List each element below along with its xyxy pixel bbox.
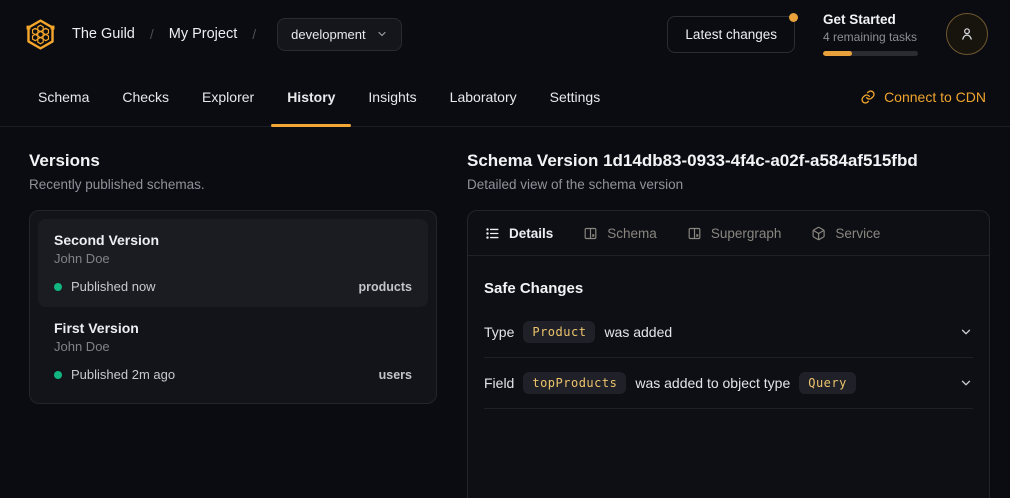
- change-row: Field topProducts was added to object ty…: [484, 358, 973, 409]
- tab-supergraph[interactable]: Supergraph: [687, 226, 782, 241]
- version-list-item[interactable]: First Version John Doe Published 2m ago …: [38, 307, 428, 395]
- service-name-badge: products: [359, 280, 412, 294]
- change-middle: was added to object type: [635, 375, 790, 391]
- published-time: Published now: [71, 279, 156, 294]
- target-selector[interactable]: development: [277, 18, 401, 51]
- get-started-widget[interactable]: Get Started 4 remaining tasks: [823, 12, 918, 56]
- published-status-dot: [54, 283, 62, 291]
- code-chip: Query: [799, 372, 856, 394]
- versions-panel: Versions Recently published schemas. Sec…: [29, 150, 437, 498]
- main-content: Versions Recently published schemas. Sec…: [0, 127, 1010, 498]
- list-icon: [485, 226, 500, 241]
- tab-checks[interactable]: Checks: [122, 68, 169, 126]
- versions-title: Versions: [29, 150, 437, 172]
- breadcrumb-separator: /: [150, 26, 154, 42]
- user-avatar[interactable]: [946, 13, 988, 55]
- schema-version-subtitle: Detailed view of the schema version: [467, 177, 990, 192]
- tab-supergraph-label: Supergraph: [711, 226, 782, 241]
- version-list-item[interactable]: Second Version John Doe Published now pr…: [38, 219, 428, 307]
- target-selector-value: development: [291, 27, 365, 42]
- user-icon: [958, 25, 976, 43]
- detail-tabbar: Details Schema: [468, 211, 989, 256]
- get-started-title: Get Started: [823, 12, 918, 29]
- change-middle: was added: [604, 324, 672, 340]
- notification-dot: [789, 13, 798, 22]
- tab-service-label: Service: [835, 226, 880, 241]
- columns-icon: [583, 226, 598, 241]
- change-prefix: Type: [484, 324, 514, 340]
- tab-details[interactable]: Details: [485, 226, 553, 241]
- guild-logo-icon[interactable]: [22, 16, 59, 53]
- get-started-progress-fill: [823, 51, 852, 56]
- tab-laboratory[interactable]: Laboratory: [450, 68, 517, 126]
- breadcrumb-separator: /: [252, 26, 256, 42]
- tab-service[interactable]: Service: [811, 226, 880, 241]
- connect-cdn-label: Connect to CDN: [884, 89, 986, 105]
- detail-content: Safe Changes Type Product was added Fiel…: [468, 256, 989, 409]
- code-chip: topProducts: [523, 372, 626, 394]
- expand-chevron-icon[interactable]: [959, 325, 973, 339]
- tab-settings[interactable]: Settings: [550, 68, 601, 126]
- code-chip: Product: [523, 321, 595, 343]
- header-actions: Latest changes Get Started 4 remaining t…: [667, 12, 988, 56]
- version-name: First Version: [54, 320, 412, 336]
- expand-chevron-icon[interactable]: [959, 376, 973, 390]
- change-prefix: Field: [484, 375, 514, 391]
- breadcrumb-project[interactable]: My Project: [169, 26, 238, 42]
- cube-icon: [811, 226, 826, 241]
- link-icon: [860, 89, 876, 105]
- get-started-progressbar: [823, 51, 918, 56]
- tab-schema-view[interactable]: Schema: [583, 226, 657, 241]
- version-name: Second Version: [54, 232, 412, 248]
- tab-insights[interactable]: Insights: [368, 68, 416, 126]
- schema-version-panel: Schema Version 1d14db83-0933-4f4c-a02f-a…: [467, 150, 990, 498]
- tab-schema-view-label: Schema: [607, 226, 657, 241]
- versions-list: Second Version John Doe Published now pr…: [29, 210, 437, 404]
- tab-explorer[interactable]: Explorer: [202, 68, 254, 126]
- tab-history[interactable]: History: [287, 68, 335, 126]
- latest-changes-button[interactable]: Latest changes: [667, 16, 795, 53]
- version-meta: Published now products: [54, 279, 412, 294]
- schema-version-title: Schema Version 1d14db83-0933-4f4c-a02f-a…: [467, 150, 990, 172]
- app-header: The Guild / My Project / development Lat…: [0, 0, 1010, 68]
- version-meta: Published 2m ago users: [54, 367, 412, 382]
- columns-icon: [687, 226, 702, 241]
- chevron-down-icon: [376, 28, 388, 40]
- main-nav: Schema Checks Explorer History Insights …: [0, 68, 1010, 127]
- change-row: Type Product was added: [484, 307, 973, 358]
- breadcrumb: The Guild / My Project / development: [22, 16, 402, 53]
- published-time: Published 2m ago: [71, 367, 175, 382]
- safe-changes-heading: Safe Changes: [484, 280, 973, 297]
- versions-subtitle: Recently published schemas.: [29, 177, 437, 192]
- schema-version-card: Details Schema: [467, 210, 990, 498]
- version-author: John Doe: [54, 251, 412, 266]
- latest-changes-label: Latest changes: [685, 27, 777, 42]
- service-name-badge: users: [379, 368, 412, 382]
- tab-schema[interactable]: Schema: [38, 68, 89, 126]
- get-started-subtitle: 4 remaining tasks: [823, 30, 918, 44]
- tab-details-label: Details: [509, 226, 553, 241]
- version-author: John Doe: [54, 339, 412, 354]
- connect-cdn-button[interactable]: Connect to CDN: [860, 68, 986, 126]
- published-status-dot: [54, 371, 62, 379]
- breadcrumb-org[interactable]: The Guild: [72, 26, 135, 42]
